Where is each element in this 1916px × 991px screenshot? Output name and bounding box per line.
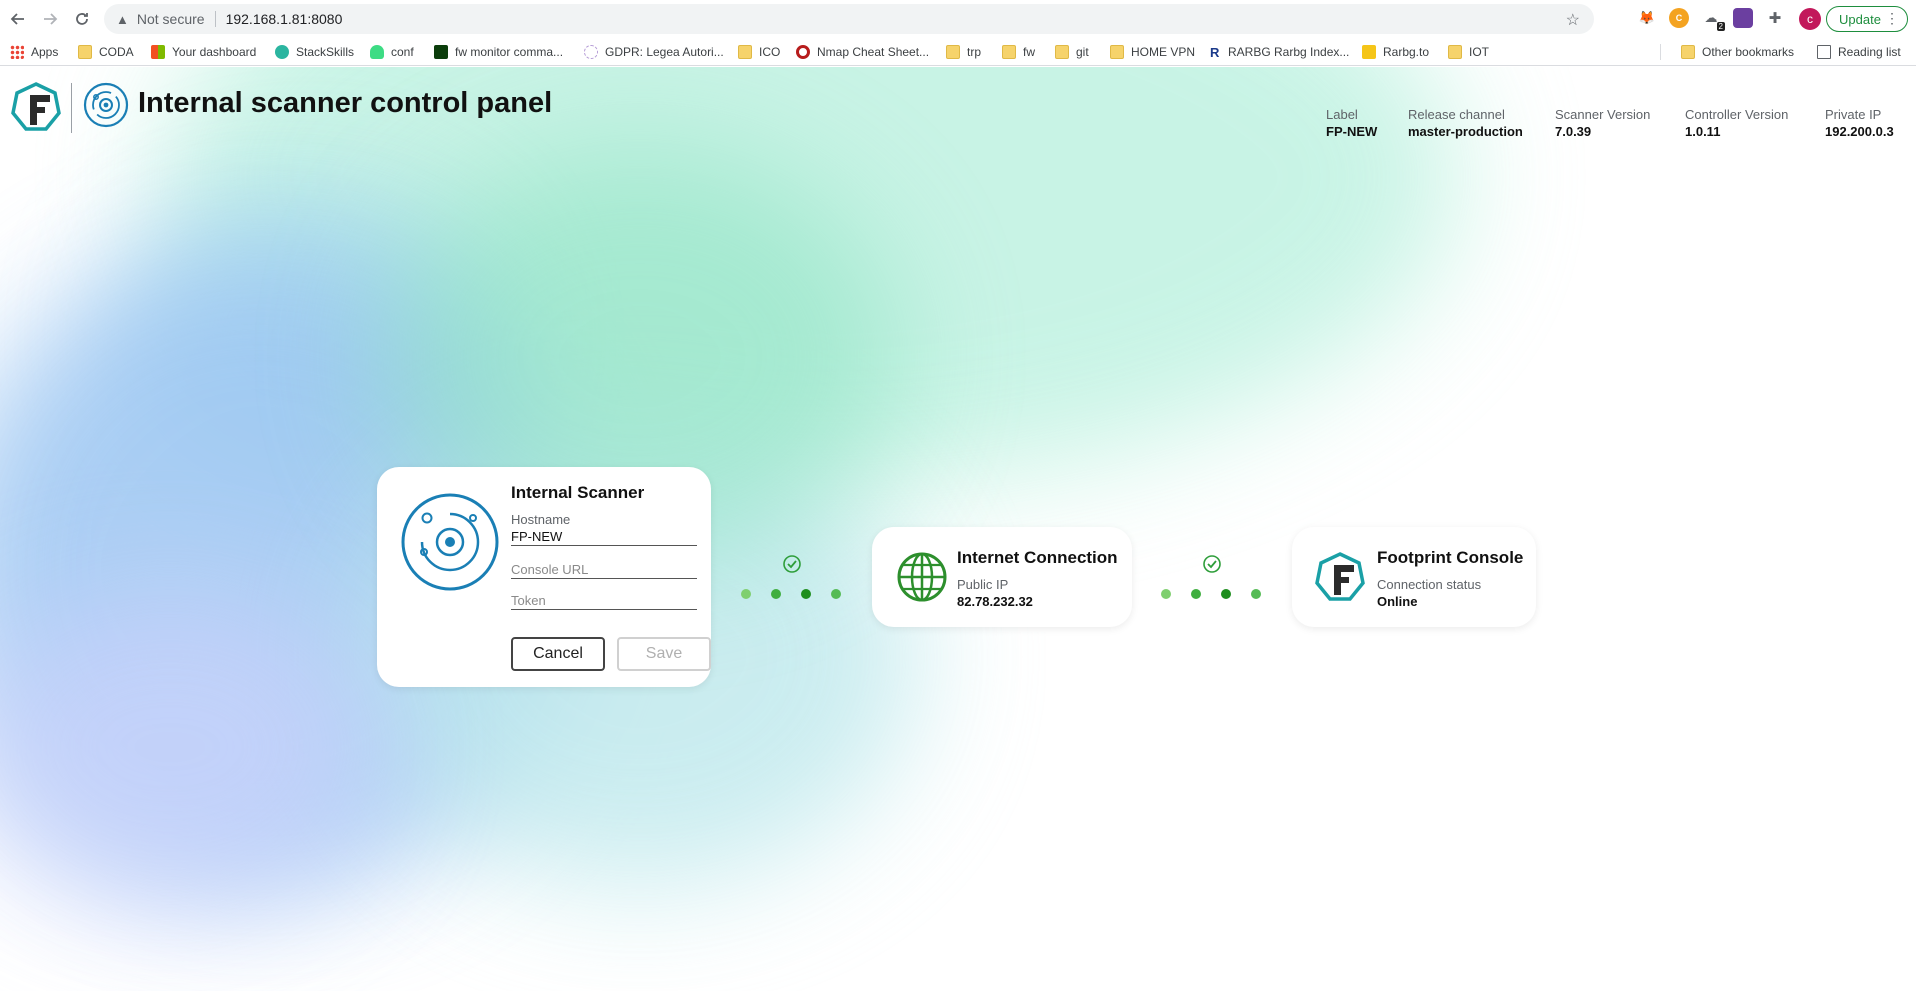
- hostname-input[interactable]: [511, 528, 697, 546]
- apps-grid-icon: [10, 45, 24, 59]
- bookmarks-bar: Apps CODA Your dashboard StackSkills con…: [0, 38, 1916, 66]
- folder-icon: [78, 45, 92, 59]
- meta-controller-version: Controller Version 1.0.11: [1685, 107, 1789, 139]
- token-input[interactable]: [511, 592, 697, 610]
- stackskills-icon: [275, 45, 289, 59]
- folder-icon: [1448, 45, 1462, 59]
- globe-icon: [896, 551, 948, 608]
- save-button[interactable]: Save: [617, 637, 711, 671]
- rarbg-icon: R: [1210, 45, 1220, 60]
- console-url-input[interactable]: [511, 561, 697, 579]
- coupon-extension-icon[interactable]: C: [1669, 8, 1689, 28]
- url-text: 192.168.1.81:8080: [225, 11, 343, 27]
- android-icon: [370, 45, 384, 59]
- connection-indicator-internet-console: [1158, 554, 1268, 607]
- bookmark-fw-monitor[interactable]: fw monitor comma...: [434, 43, 563, 61]
- screenshot-extension-icon[interactable]: [1733, 8, 1753, 28]
- hostname-label: Hostname: [511, 512, 571, 527]
- bookmark-other[interactable]: Other bookmarks: [1681, 43, 1794, 61]
- extensions-puzzle-icon[interactable]: ✚: [1765, 8, 1785, 28]
- bookmark-gdpr[interactable]: GDPR: Legea Autori...: [584, 43, 724, 61]
- connection-indicator-scanner-internet: [738, 554, 848, 607]
- bookmark-stackskills[interactable]: StackSkills: [275, 43, 354, 61]
- imdb-icon: [1362, 45, 1376, 59]
- address-separator: [214, 11, 216, 27]
- bookmark-rarbg-to[interactable]: Rarbg.to: [1362, 43, 1429, 61]
- target-icon: [796, 45, 810, 59]
- back-arrow-icon[interactable]: [4, 5, 32, 33]
- reading-list[interactable]: Reading list: [1817, 43, 1901, 61]
- folder-icon: [738, 45, 752, 59]
- browser-update-button[interactable]: Update ⋮: [1826, 6, 1908, 32]
- folder-icon: [1110, 45, 1124, 59]
- meta-scanner-version: Scanner Version 7.0.39: [1555, 107, 1651, 139]
- internal-scanner-card: Internal Scanner Hostname Cancel Save: [377, 467, 711, 687]
- reading-list-icon: [1817, 45, 1831, 59]
- kebab-menu-icon[interactable]: ⋮: [1885, 10, 1899, 27]
- folder-icon: [1002, 45, 1016, 59]
- check-circle-icon: [1203, 555, 1221, 573]
- connection-status-value: Online: [1377, 594, 1418, 609]
- public-ip-value: 82.78.232.32: [957, 594, 1033, 609]
- reload-icon[interactable]: [68, 5, 96, 33]
- bookmark-ico[interactable]: ICO: [738, 43, 780, 61]
- bookmark-home-vpn[interactable]: HOME VPN: [1110, 43, 1195, 61]
- page-title: Internal scanner control panel: [138, 87, 553, 119]
- meta-label: Label FP-NEW: [1326, 107, 1378, 139]
- extension-badge: 2: [1716, 22, 1725, 31]
- footprint-logo-icon: [10, 81, 62, 138]
- bookmark-star-icon[interactable]: ☆: [1566, 10, 1580, 30]
- forward-arrow-icon[interactable]: [36, 5, 64, 33]
- bookmark-fw[interactable]: fw: [1002, 43, 1035, 61]
- not-secure-label: Not secure: [136, 11, 205, 27]
- meta-private-ip: Private IP 192.200.0.3: [1825, 107, 1894, 139]
- bookmark-coda[interactable]: CODA: [78, 43, 134, 61]
- metamask-extension-icon[interactable]: 🦊: [1637, 8, 1657, 28]
- bookmark-your-dashboard[interactable]: Your dashboard: [151, 43, 256, 61]
- bookmark-git[interactable]: git: [1055, 43, 1089, 61]
- footprint-console-card: Footprint Console Connection status Onli…: [1292, 527, 1536, 627]
- connection-status-label: Connection status: [1377, 577, 1482, 592]
- terminal-icon: [434, 45, 448, 59]
- warning-triangle-icon: ▲: [116, 11, 129, 27]
- microsoft-icon: [151, 45, 165, 59]
- check-circle-icon: [783, 555, 801, 573]
- folder-icon: [1681, 45, 1695, 59]
- console-card-title: Footprint Console: [1377, 548, 1524, 567]
- internet-card-title: Internet Connection: [957, 548, 1118, 567]
- gdpr-icon: [584, 45, 598, 59]
- bookmark-trp[interactable]: trp: [946, 43, 981, 61]
- bookmark-nmap[interactable]: Nmap Cheat Sheet...: [796, 43, 929, 61]
- scanner-radar-icon: [400, 492, 500, 597]
- footprint-logo-icon: [1314, 551, 1366, 608]
- public-ip-label: Public IP: [957, 577, 1009, 592]
- meta-release-channel: Release channel master-production: [1408, 107, 1523, 139]
- cloud-extension-icon[interactable]: ☁ 2: [1701, 8, 1725, 31]
- browser-toolbar: ▲ Not secure 192.168.1.81:8080 ☆ 🦊 C ☁ 2…: [0, 0, 1916, 38]
- cancel-button[interactable]: Cancel: [511, 637, 605, 671]
- header-divider: [71, 83, 72, 133]
- profile-avatar[interactable]: c: [1799, 8, 1821, 30]
- address-bar[interactable]: ▲ Not secure 192.168.1.81:8080 ☆: [104, 4, 1594, 34]
- scanner-logo-icon: [82, 81, 130, 134]
- internet-connection-card: Internet Connection Public IP 82.78.232.…: [872, 527, 1132, 627]
- bookmark-iot[interactable]: IOT: [1448, 43, 1489, 61]
- scanner-card-title: Internal Scanner: [511, 483, 645, 502]
- bookmark-apps[interactable]: Apps: [10, 43, 58, 61]
- folder-icon: [946, 45, 960, 59]
- folder-icon: [1055, 45, 1069, 59]
- update-label: Update: [1839, 11, 1881, 27]
- bookmark-rarbg-index[interactable]: R RARBG Rarbg Index...: [1210, 43, 1349, 61]
- page-content: Internal scanner control panel Label FP-…: [0, 67, 1916, 991]
- bookmark-conf[interactable]: conf: [370, 43, 414, 61]
- bookmark-separator: [1660, 44, 1661, 60]
